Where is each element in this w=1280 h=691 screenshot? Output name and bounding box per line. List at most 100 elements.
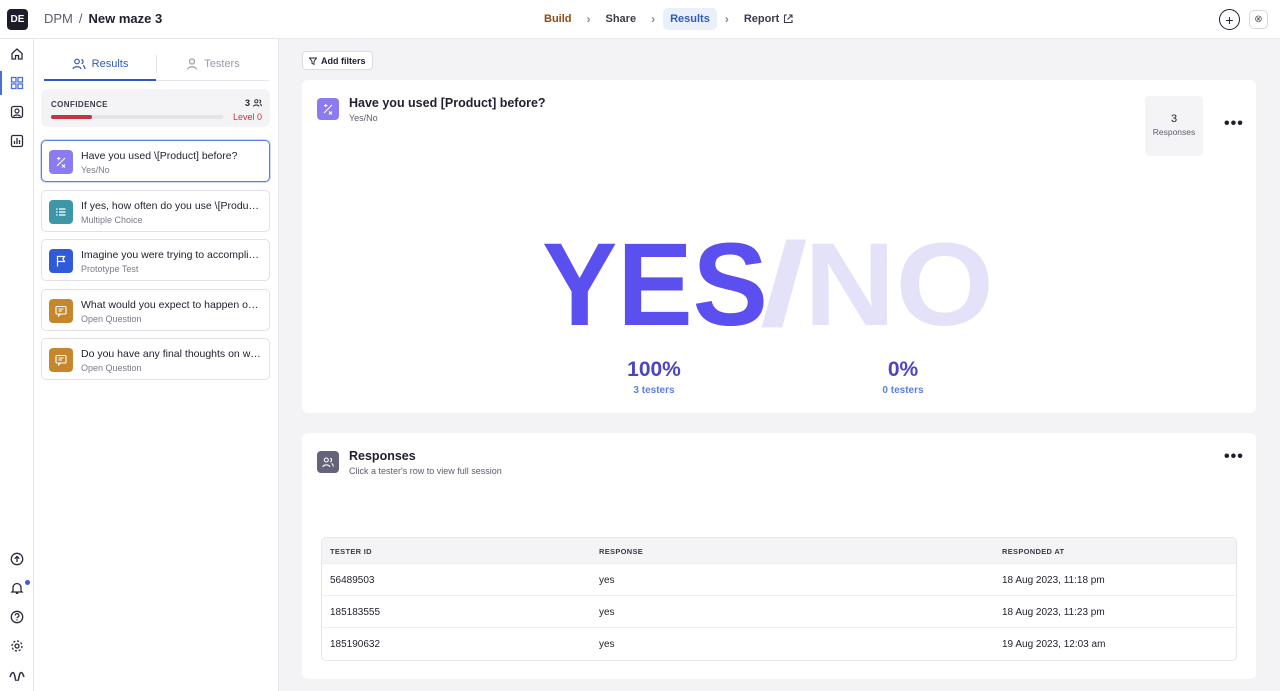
add-icon[interactable]: + (1219, 9, 1240, 30)
users-icon (317, 451, 339, 473)
breadcrumb-separator: / (78, 11, 83, 26)
response-value: yes (599, 607, 615, 618)
responses-table: TESTER ID RESPONSE RESPONDED AT 56489503… (321, 537, 1237, 661)
contacts-icon[interactable] (9, 104, 25, 120)
response-value: yes (599, 575, 615, 586)
home-icon[interactable] (9, 46, 25, 62)
left-rail (0, 39, 34, 691)
projects-icon[interactable] (0, 71, 25, 95)
response-value: yes (599, 639, 615, 650)
tester-id: 56489503 (330, 575, 375, 586)
yes-testers[interactable]: 3 testers (594, 385, 714, 396)
no-stat: 0% 0 testers (843, 358, 963, 396)
help-icon[interactable] (9, 609, 25, 625)
table-row[interactable]: 56489503 yes 18 Aug 2023, 11:18 pm (322, 563, 1236, 595)
filter-icon (309, 57, 317, 65)
confidence-progress-bar (51, 115, 223, 119)
question-results-type: Yes/No (349, 113, 378, 123)
responses-label: Responses (1152, 127, 1196, 137)
question-card[interactable]: Imagine you were trying to accomplish a … (41, 239, 270, 281)
step-report-label: Report (743, 13, 780, 25)
confidence-count-value: 3 (244, 98, 250, 108)
responded-at: 19 Aug 2023, 12:03 am (1002, 639, 1106, 650)
workspace-logo[interactable]: DE (7, 9, 28, 30)
tab-testers-label: Testers (204, 57, 240, 70)
column-header-responded-at[interactable]: RESPONDED AT (1002, 547, 1064, 556)
yes-percentage: 100% (627, 358, 681, 381)
no-percentage: 0% (887, 358, 919, 381)
question-title: Have you used \[Product] before? (81, 150, 238, 162)
chat-icon (49, 299, 73, 323)
question-results-title: Have you used [Product] before? (349, 96, 546, 110)
top-bar: DE DPM / New maze 3 Build › Share › Resu… (0, 0, 1280, 39)
yes-no-graphic: YES / NO (542, 228, 994, 328)
graphic-no: NO (804, 228, 994, 328)
no-testers[interactable]: 0 testers (843, 385, 963, 396)
responses-subtitle: Click a tester's row to view full sessio… (349, 466, 502, 476)
notifications-icon[interactable] (9, 580, 25, 596)
close-icon[interactable]: ⊗ (1249, 10, 1268, 29)
step-share[interactable]: Share (599, 8, 644, 30)
analytics-icon[interactable] (9, 133, 25, 149)
workflow-steps: Build › Share › Results › Report (537, 8, 800, 30)
add-filters-label: Add filters (321, 55, 366, 66)
question-title: Do you have any final thoughts on what y… (81, 348, 263, 360)
external-link-icon (784, 14, 793, 24)
maze-title[interactable]: New maze 3 (89, 11, 163, 26)
responded-at: 18 Aug 2023, 11:18 pm (1002, 575, 1105, 586)
yes-stat: 100% 3 testers (594, 358, 714, 396)
add-filters-button[interactable]: Add filters (302, 51, 373, 70)
question-type: Multiple Choice (81, 215, 143, 225)
column-header-response[interactable]: RESPONSE (599, 547, 643, 556)
question-title: What would you expect to happen on this … (81, 299, 263, 311)
question-card[interactable]: What would you expect to happen on this … (41, 289, 270, 331)
responses-count-box: 3 Responses (1145, 96, 1203, 156)
users-icon (253, 99, 262, 107)
step-results[interactable]: Results (663, 8, 717, 30)
tester-id: 185183555 (330, 607, 381, 618)
question-card[interactable]: Do you have any final thoughts on what y… (41, 338, 270, 380)
responses-card: Responses Click a tester's row to view f… (302, 433, 1256, 679)
tab-results[interactable]: Results (44, 47, 156, 81)
list-icon (49, 200, 73, 224)
responses-title: Responses (349, 449, 416, 463)
users-icon (72, 58, 86, 69)
chevron-right-icon: › (586, 12, 591, 26)
step-report[interactable]: Report (737, 8, 800, 30)
yes-no-icon (49, 150, 73, 174)
question-type: Open Question (81, 314, 142, 324)
chevron-right-icon: › (724, 12, 729, 26)
confidence-label: CONFIDENCE (51, 100, 108, 109)
flag-icon (49, 249, 73, 273)
breadcrumb-org[interactable]: DPM (44, 11, 73, 26)
table-header: TESTER ID RESPONSE RESPONDED AT (322, 538, 1236, 563)
confidence-level: Level 0 (232, 112, 262, 122)
panel-tabs: Results Testers (44, 47, 269, 81)
question-card[interactable]: Have you used \[Product] before? Yes/No (41, 140, 270, 182)
confidence-progress-fill (51, 115, 93, 119)
chevron-right-icon: › (651, 12, 656, 26)
chat-icon (49, 348, 73, 372)
question-card[interactable]: If yes, how often do you use \[Product] … (41, 190, 270, 232)
question-type: Open Question (81, 363, 142, 373)
tester-id: 185190632 (330, 639, 381, 650)
step-build[interactable]: Build (537, 8, 579, 30)
tab-testers[interactable]: Testers (157, 47, 269, 80)
settings-icon[interactable] (9, 638, 25, 654)
user-icon (187, 57, 198, 70)
responded-at: 18 Aug 2023, 11:23 pm (1002, 607, 1105, 618)
question-title: If yes, how often do you use \[Product] … (81, 200, 263, 212)
graphic-slash: / (760, 228, 808, 328)
more-options-icon[interactable]: ••• (1224, 449, 1244, 465)
table-row[interactable]: 185183555 yes 18 Aug 2023, 11:23 pm (322, 595, 1236, 627)
confidence-meter: CONFIDENCE 3 Level 0 (41, 89, 270, 127)
more-options-icon[interactable]: ••• (1224, 116, 1244, 132)
upgrade-icon[interactable] (9, 551, 25, 567)
maze-logo-icon[interactable] (9, 666, 25, 682)
questions-panel: Results Testers CONFIDENCE 3 Level 0 Hav… (34, 39, 279, 691)
column-header-tester-id[interactable]: TESTER ID (330, 547, 372, 556)
question-type: Yes/No (81, 165, 110, 175)
table-row[interactable]: 185190632 yes 19 Aug 2023, 12:03 am (322, 627, 1236, 659)
question-title: Imagine you were trying to accomplish a … (81, 249, 263, 261)
question-type: Prototype Test (81, 264, 139, 274)
